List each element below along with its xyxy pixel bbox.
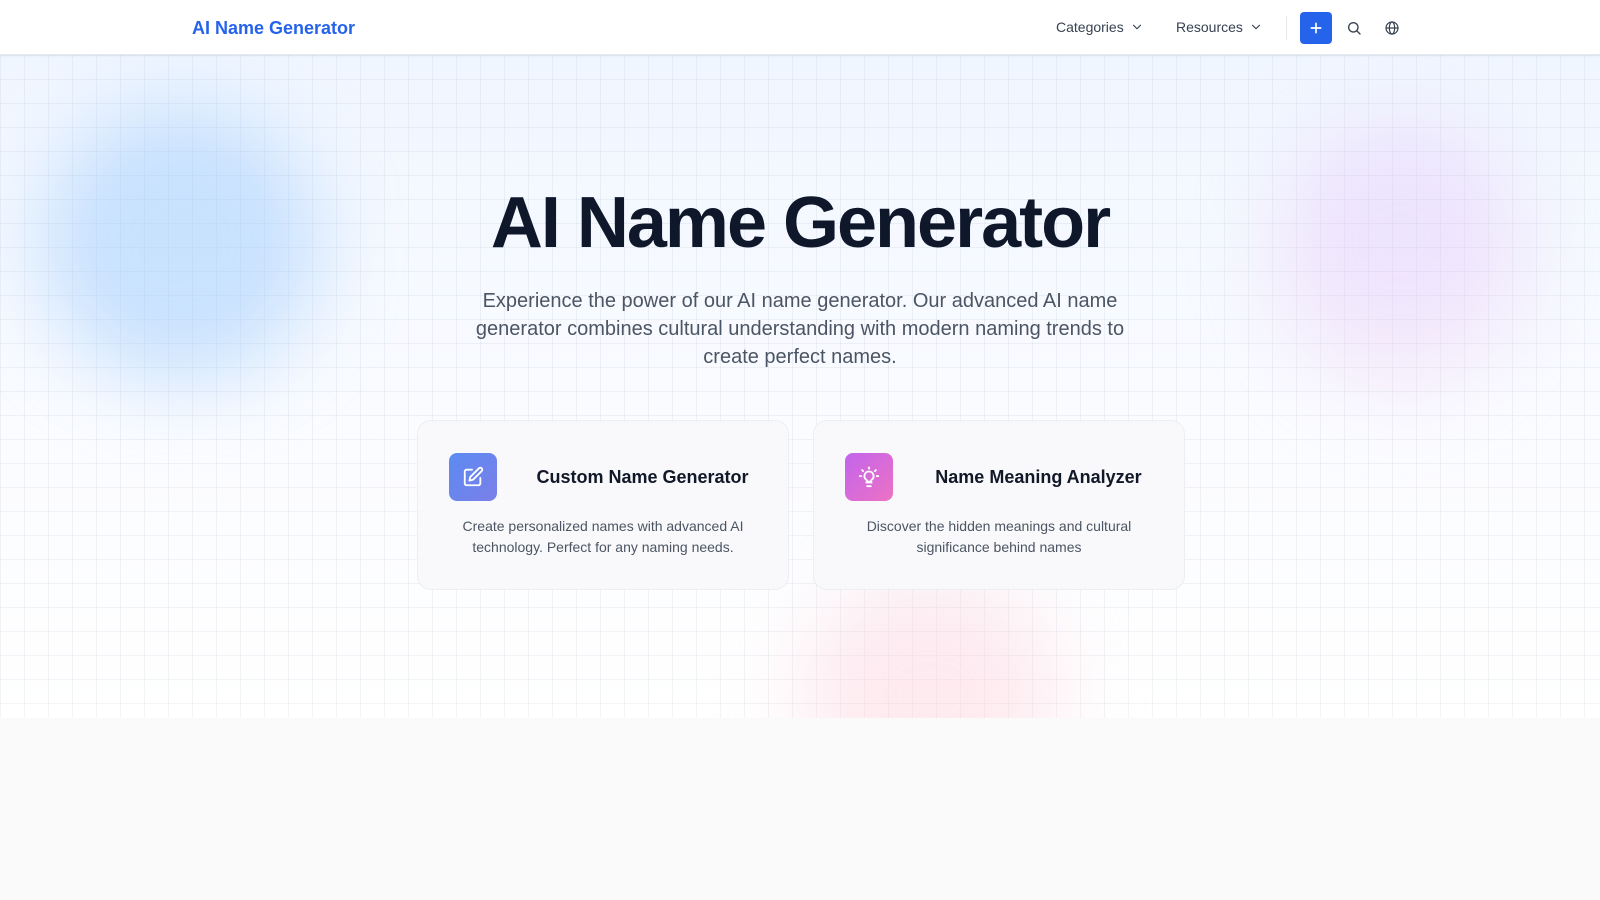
add-button[interactable] [1300,12,1332,44]
card-title: Name Meaning Analyzer [935,467,1142,487]
plus-icon [1310,22,1322,34]
card-icon-wrapper [845,453,893,501]
nav-divider [1286,16,1287,40]
card-icon-wrapper [449,453,497,501]
edit-icon [463,466,484,487]
nav-categories[interactable]: Categories [1056,17,1144,37]
site-logo[interactable]: AI Name Generator [192,16,355,40]
lower-section [0,718,1600,900]
nav-categories-label: Categories [1056,19,1124,35]
card-name-meaning-analyzer[interactable]: Name Meaning Analyzer Discover the hidde… [813,420,1185,590]
nav-resources[interactable]: Resources [1176,17,1263,37]
card-description: Create personalized names with advanced … [462,518,744,555]
site-header: AI Name Generator Categories Resources [0,0,1600,55]
lightbulb-icon [858,466,880,488]
card-custom-name-generator[interactable]: Custom Name Generator Create personalize… [417,420,789,590]
chevron-down-icon [1132,24,1141,30]
hero-subtitle: Experience the power of our AI name gene… [475,290,1125,368]
globe-icon [1385,21,1399,35]
chevron-down-icon [1251,24,1261,30]
card-description: Discover the hidden meanings and cultura… [866,518,1132,555]
search-icon [1348,22,1361,35]
nav-resources-label: Resources [1176,19,1243,35]
card-title: Custom Name Generator [536,467,749,487]
hero-title: AI Name Generator [490,183,1111,263]
search-button[interactable] [1342,16,1366,40]
language-button[interactable] [1380,16,1404,40]
hero-section: AI Name Generator Experience the power o… [0,55,1600,718]
